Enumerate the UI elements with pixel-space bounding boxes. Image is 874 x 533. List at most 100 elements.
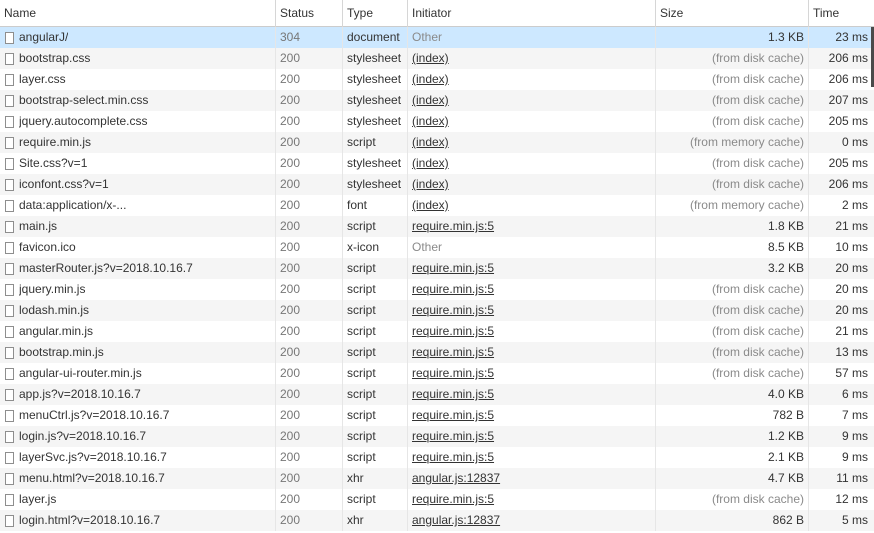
table-row[interactable]: require.min.js 200 script (index) (from memo… [0,132,874,153]
file-icon [5,325,14,338]
cell-initiator: require.min.js:5 [408,405,656,426]
table-row[interactable]: login.js?v=2018.10.16.7 200 script require.… [0,426,874,447]
cell-type: script [343,405,408,426]
initiator-link[interactable]: (index) [412,156,449,170]
cell-type: script [343,426,408,447]
table-row[interactable]: layerSvc.js?v=2018.10.16.7 200 script requi… [0,447,874,468]
request-name: Site.css?v=1 [19,156,88,170]
table-row[interactable]: login.html?v=2018.10.16.7 200 xhr angular.j… [0,510,874,531]
cell-status: 200 [276,426,343,447]
table-row[interactable]: favicon.ico 200 x-icon Other 8.5 KB 10 ms [0,237,874,258]
cell-initiator: require.min.js:5 [408,321,656,342]
table-row[interactable]: data:application/x-... 200 font (index) (fro… [0,195,874,216]
initiator-link[interactable]: angular.js:12837 [412,471,500,485]
initiator-link[interactable]: require.min.js:5 [412,345,494,359]
column-header-time[interactable]: Time [809,0,874,27]
initiator-link[interactable]: (index) [412,72,449,86]
table-row[interactable]: menu.html?v=2018.10.16.7 200 xhr angular.js… [0,468,874,489]
initiator-link[interactable]: (index) [412,93,449,107]
file-icon [5,283,14,296]
column-header-initiator[interactable]: Initiator [408,0,656,27]
cell-size: 1.8 KB [656,216,809,237]
initiator-link[interactable]: require.min.js:5 [412,303,494,317]
table-row[interactable]: layer.css 200 stylesheet (index) (from disk … [0,69,874,90]
file-icon [5,409,14,422]
cell-type: stylesheet [343,90,408,111]
initiator-link[interactable]: require.min.js:5 [412,492,494,506]
cell-size: (from disk cache) [656,48,809,69]
file-icon [5,94,14,107]
cell-size: 3.2 KB [656,258,809,279]
column-header-size[interactable]: Size [656,0,809,27]
table-row[interactable]: angular-ui-router.min.js 200 script require… [0,363,874,384]
table-row[interactable]: jquery.autocomplete.css 200 stylesheet (ind… [0,111,874,132]
initiator-link[interactable]: (index) [412,198,449,212]
initiator-link[interactable]: require.min.js:5 [412,366,494,380]
table-row[interactable]: masterRouter.js?v=2018.10.16.7 200 script r… [0,258,874,279]
initiator-link[interactable]: angular.js:12837 [412,513,500,527]
initiator-link[interactable]: require.min.js:5 [412,324,494,338]
file-icon [5,430,14,443]
cell-type: stylesheet [343,153,408,174]
table-row[interactable]: angular.min.js 200 script require.min.js:5 (… [0,321,874,342]
column-header-name[interactable]: Name [0,0,276,27]
cell-type: script [343,300,408,321]
initiator-link[interactable]: (index) [412,51,449,65]
column-header-status[interactable]: Status [276,0,343,27]
initiator-link[interactable]: (index) [412,177,449,191]
file-icon [5,157,14,170]
cell-name: angular.min.js [0,321,276,342]
column-header-type[interactable]: Type [343,0,408,27]
cell-type: script [343,384,408,405]
file-icon [5,346,14,359]
cell-type: font [343,195,408,216]
table-row[interactable]: Site.css?v=1 200 stylesheet (index) (from di… [0,153,874,174]
cell-name: login.js?v=2018.10.16.7 [0,426,276,447]
cell-time: 21 ms [835,324,868,338]
initiator-link[interactable]: require.min.js:5 [412,408,494,422]
cell-initiator: require.min.js:5 [408,363,656,384]
initiator-link[interactable]: (index) [412,135,449,149]
initiator-link[interactable]: (index) [412,114,449,128]
file-icon [5,31,14,44]
initiator-link[interactable]: require.min.js:5 [412,429,494,443]
table-row[interactable]: app.js?v=2018.10.16.7 200 script require.mi… [0,384,874,405]
table-row[interactable]: bootstrap-select.min.css 200 stylesheet (in… [0,90,874,111]
table-row[interactable]: bootstrap.min.js 200 script require.min.js:… [0,342,874,363]
initiator-link[interactable]: require.min.js:5 [412,219,494,233]
initiator-link[interactable]: require.min.js:5 [412,261,494,275]
cell-size: 8.5 KB [656,237,809,258]
table-body: angularJ/304 document Other 1.3 KB 23 ms boot… [0,27,874,531]
cell-time: 6 ms [841,387,868,401]
cell-size: 4.7 KB [656,468,809,489]
cell-type: script [343,447,408,468]
cell-size: (from disk cache) [656,90,809,111]
table-row[interactable]: iconfont.css?v=1 200 stylesheet (index) (fro… [0,174,874,195]
initiator-link[interactable]: require.min.js:5 [412,282,494,296]
cell-status: 304 [276,27,343,48]
table-row[interactable]: layer.js 200 script require.min.js:5 (from d… [0,489,874,510]
table-row[interactable]: main.js 200 script require.min.js:5 1.8 KB 21… [0,216,874,237]
cell-name: lodash.min.js [0,300,276,321]
initiator-link[interactable]: require.min.js:5 [412,387,494,401]
table-row[interactable]: lodash.min.js 200 script require.min.js:5 (f… [0,300,874,321]
cell-time: 206 ms [828,72,868,86]
request-name: lodash.min.js [19,303,90,317]
cell-status: 200 [276,321,343,342]
request-name: login.html?v=2018.10.16.7 [19,513,161,527]
cell-name: login.html?v=2018.10.16.7 [0,510,276,531]
cell-type: script [343,321,408,342]
cell-name: bootstrap.min.js [0,342,276,363]
request-name: iconfont.css?v=1 [19,177,109,191]
initiator-link[interactable]: require.min.js:5 [412,450,494,464]
table-row[interactable]: bootstrap.css 200 stylesheet (index) (from d… [0,48,874,69]
table-row[interactable]: jquery.min.js 200 script require.min.js:5 (f… [0,279,874,300]
cell-name: data:application/x-... [0,195,276,216]
table-row[interactable]: angularJ/304 document Other 1.3 KB 23 ms [0,27,874,48]
cell-name: app.js?v=2018.10.16.7 [0,384,276,405]
cell-initiator: require.min.js:5 [408,489,656,510]
cell-type: stylesheet [343,111,408,132]
table-row[interactable]: menuCtrl.js?v=2018.10.16.7 200 script requi… [0,405,874,426]
cell-time: 9 ms [841,450,868,464]
cell-initiator: require.min.js:5 [408,279,656,300]
